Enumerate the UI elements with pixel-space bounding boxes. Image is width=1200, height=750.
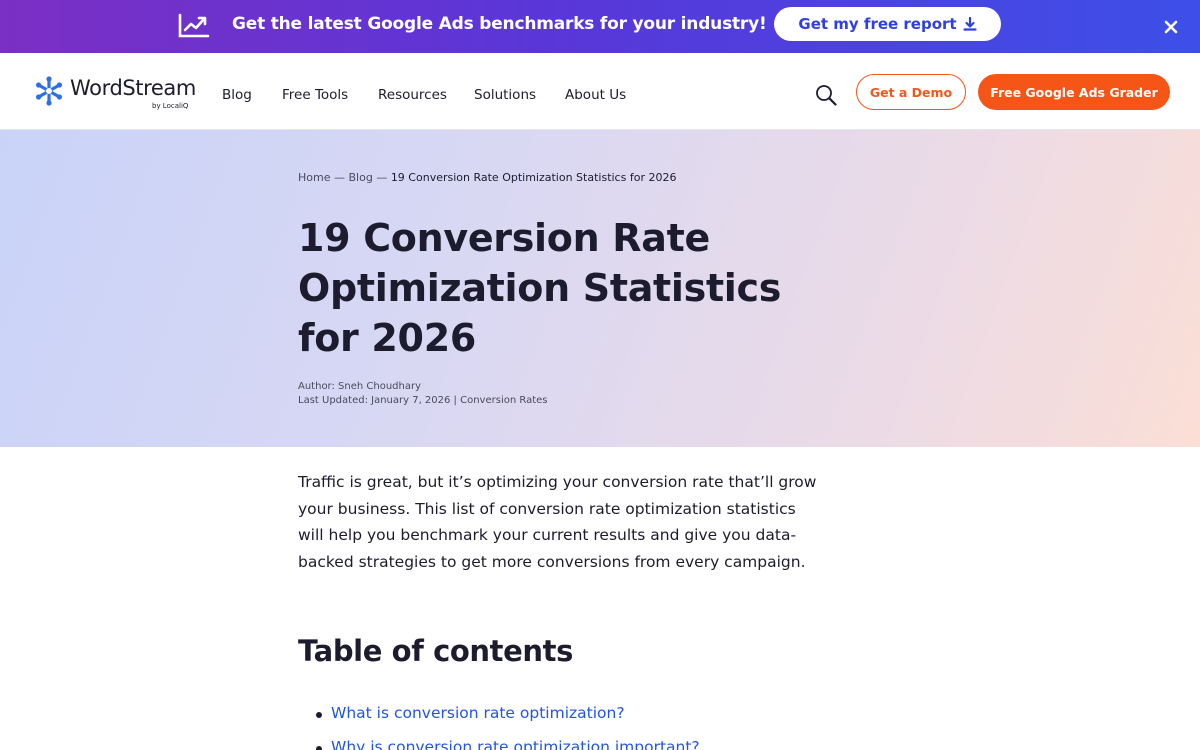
logo-mark-icon: [36, 76, 62, 106]
promo-banner: Get the latest Google Ads benchmarks for…: [0, 0, 1200, 53]
breadcrumb: Home — Blog — 19 Conversion Rate Optimiz…: [298, 171, 676, 184]
get-report-button[interactable]: Get my free report: [774, 7, 1001, 41]
nav-item-solutions[interactable]: Solutions: [474, 87, 536, 103]
nav-item-blog[interactable]: Blog: [222, 87, 252, 103]
updated-text: Last Updated: January 7, 2026 |: [298, 394, 461, 406]
promo-text: Get the latest Google Ads benchmarks for…: [232, 14, 767, 34]
get-report-label: Get my free report: [798, 15, 957, 33]
nav-item-resources[interactable]: Resources: [378, 87, 447, 103]
wordstream-logo[interactable]: WordStream by LocaliQ: [34, 74, 196, 114]
intro-paragraph: Traffic is great, but it’s optimizing yo…: [298, 473, 817, 572]
article-hero: Home — Blog — 19 Conversion Rate Optimiz…: [0, 130, 1200, 447]
toc-heading: Table of contents: [298, 634, 573, 668]
download-icon: [962, 17, 977, 31]
free-grader-button[interactable]: Free Google Ads Grader: [978, 74, 1170, 110]
updated-line: Last Updated: January 7, 2026 | Conversi…: [298, 394, 548, 408]
breadcrumb-separator: —: [333, 171, 345, 184]
search-icon[interactable]: [814, 83, 838, 107]
trend-chart-icon: [178, 13, 210, 38]
article-meta: Author: Sneh Choudhary Last Updated: Jan…: [298, 380, 548, 407]
breadcrumb-blog[interactable]: Blog: [348, 171, 372, 184]
toc-link[interactable]: What is conversion rate optimization?: [331, 704, 625, 722]
toc-link[interactable]: Why is conversion rate optimization impo…: [331, 738, 700, 750]
toc-item: What is conversion rate optimization?: [316, 704, 700, 738]
get-demo-button[interactable]: Get a Demo: [856, 74, 966, 110]
breadcrumb-separator: —: [376, 171, 388, 184]
breadcrumb-home[interactable]: Home: [298, 171, 330, 184]
breadcrumb-current: 19 Conversion Rate Optimization Statisti…: [390, 171, 677, 184]
logo-text: WordStream: [70, 76, 196, 100]
toc-list: What is conversion rate optimization? Wh…: [316, 704, 700, 750]
page-title: 19 Conversion Rate Optimization Statisti…: [298, 216, 782, 360]
nav-item-free-tools[interactable]: Free Tools: [282, 87, 348, 103]
site-header: WordStream by LocaliQ Blog Free Tools Re…: [0, 53, 1200, 130]
nav-item-about-us[interactable]: About Us: [565, 87, 626, 103]
category-link[interactable]: Conversion Rates: [460, 395, 547, 406]
author-line: Author: Sneh Choudhary: [298, 381, 422, 392]
close-icon[interactable]: [1162, 18, 1180, 36]
toc-item: Why is conversion rate optimization impo…: [316, 738, 700, 750]
logo-subtext: by LocaliQ: [152, 102, 189, 110]
